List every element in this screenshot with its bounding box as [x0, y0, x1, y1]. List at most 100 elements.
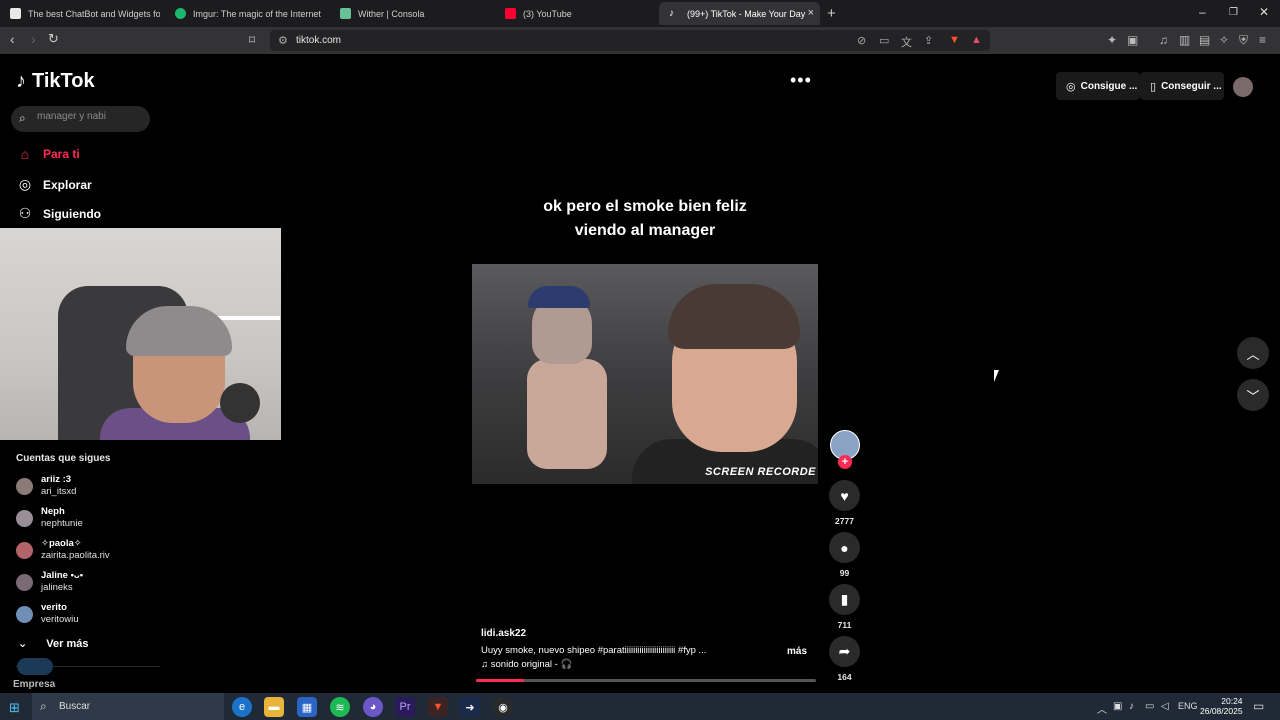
- brave-icon[interactable]: ▼: [428, 697, 448, 717]
- clock-date: 26/08/2025: [1200, 706, 1243, 716]
- bookmark-icon[interactable]: ⌑: [249, 33, 255, 47]
- nav-siguiendo[interactable]: ⚇ Siguiendo: [16, 205, 101, 222]
- home-icon: ⌂: [20, 146, 30, 162]
- more-options-icon[interactable]: •••: [790, 70, 812, 91]
- forward-icon[interactable]: ›: [31, 31, 36, 47]
- tab-title: (99+) TikTok - Make Your Day: [687, 8, 806, 19]
- previous-video-button[interactable]: ︿: [1237, 337, 1269, 369]
- windows-start-icon[interactable]: ⊞: [9, 700, 20, 716]
- logo-text: TikTok: [32, 70, 95, 92]
- cast-icon[interactable]: ▭: [879, 34, 889, 47]
- discord-icon[interactable]: ◕: [363, 697, 383, 717]
- file-explorer-icon[interactable]: ▬: [264, 697, 284, 717]
- notifications-icon[interactable]: ▭: [1253, 699, 1264, 713]
- nav-explorar[interactable]: ◎ Explorar: [16, 176, 92, 193]
- store-icon[interactable]: ▦: [297, 697, 317, 717]
- premiere-icon[interactable]: Pr: [395, 697, 415, 717]
- account-username: nephtunie: [41, 518, 83, 529]
- video-player[interactable]: SCREEN RECORDE: [472, 264, 818, 484]
- account-username: ari_itsxd: [41, 486, 77, 497]
- like-button[interactable]: ♥: [829, 480, 860, 511]
- obs-icon[interactable]: ◉: [493, 697, 513, 717]
- taskbar-search-label: Buscar: [59, 701, 91, 712]
- tab-imgur[interactable]: Imgur: The magic of the Internet: [165, 2, 325, 25]
- spotify-icon[interactable]: ≋: [330, 697, 350, 717]
- search-icon: ⌕: [19, 111, 26, 125]
- tab-botrix[interactable]: The best ChatBot and Widgets for Kick: [0, 2, 160, 25]
- get-app-button[interactable]: ▯ Conseguir ...: [1140, 72, 1224, 100]
- edge-icon[interactable]: e: [232, 697, 252, 717]
- brave-rewards-icon[interactable]: ▲: [971, 34, 982, 46]
- account-name: ✧paola✧: [41, 538, 82, 549]
- taskbar-search[interactable]: ⌕ Buscar: [32, 693, 224, 720]
- account-item[interactable]: ariiz :3 ari_itsxd: [16, 474, 76, 498]
- close-window-icon[interactable]: ✕: [1259, 5, 1269, 19]
- follow-plus-icon[interactable]: +: [838, 455, 852, 469]
- no-translate-icon[interactable]: ⊘: [857, 34, 866, 47]
- tab-manager-icon[interactable]: ▣: [1127, 33, 1138, 47]
- restore-icon[interactable]: ❐: [1229, 7, 1238, 18]
- phone-icon: ▯: [1150, 80, 1157, 93]
- wallet-icon[interactable]: ▤: [1199, 33, 1210, 47]
- video-person-left-cap: [528, 286, 590, 308]
- more-description-button[interactable]: más: [787, 646, 807, 657]
- media-icon[interactable]: ♫: [1159, 33, 1168, 47]
- tab-youtube[interactable]: (3) YouTube: [495, 2, 655, 25]
- close-tab-icon[interactable]: ×: [808, 7, 814, 19]
- comment-icon: ●: [840, 539, 849, 556]
- account-item[interactable]: verito veritowiu: [16, 602, 79, 626]
- tab-tiktok[interactable]: ♪ (99+) TikTok - Make Your Day ×: [659, 2, 820, 25]
- microphone-icon[interactable]: ♪: [1129, 701, 1134, 712]
- extension-badge-icon[interactable]: [17, 658, 53, 675]
- search-input[interactable]: [37, 111, 145, 122]
- tray-chevron-icon[interactable]: ︿: [1097, 701, 1107, 716]
- url-field[interactable]: ⚙ tiktok.com ⊘ ▭ 文 ⇪ ▼ ▲: [270, 30, 990, 51]
- account-item[interactable]: ✧paola✧ zairita.paolita.riv: [16, 538, 110, 562]
- sidebar-icon[interactable]: ▥: [1179, 33, 1190, 47]
- new-tab-button[interactable]: +: [827, 5, 836, 22]
- tiktok-logo[interactable]: ♪ TikTok: [16, 70, 95, 93]
- profile-avatar[interactable]: [1233, 77, 1253, 97]
- account-item[interactable]: Neph nephtunie: [16, 506, 83, 530]
- see-more-button[interactable]: ⌄ Ver más: [18, 637, 88, 650]
- nav-para-ti[interactable]: ⌂ Para ti: [16, 146, 80, 162]
- get-coins-button[interactable]: ◎ Consigue ...: [1056, 72, 1140, 100]
- minimize-icon[interactable]: –: [1199, 5, 1206, 19]
- video-author[interactable]: lidi.ask22: [481, 628, 526, 639]
- clock-time: 20:24: [1221, 696, 1243, 706]
- vpn-icon[interactable]: ⛨: [1239, 33, 1248, 48]
- back-icon[interactable]: ‹: [10, 31, 15, 47]
- share-button[interactable]: ➦: [829, 636, 860, 667]
- site-info-icon[interactable]: ⚙: [278, 34, 288, 47]
- account-item[interactable]: Jaline •ᴗ• jalineks: [16, 570, 83, 594]
- pill-label: Consigue ...: [1080, 80, 1138, 92]
- tray-app-icon[interactable]: ▣: [1113, 701, 1122, 712]
- compass-icon: ◎: [18, 176, 32, 192]
- translate-icon[interactable]: 文: [901, 34, 912, 50]
- menu-icon[interactable]: ≡: [1259, 33, 1266, 47]
- tab-title: Imgur: The magic of the Internet: [193, 8, 321, 19]
- avatar: [16, 573, 33, 591]
- following-icon: ⚇: [18, 205, 32, 221]
- share-icon[interactable]: ⇪: [924, 34, 933, 47]
- empresa-link[interactable]: Empresa: [13, 679, 55, 690]
- comment-button[interactable]: ●: [829, 532, 860, 563]
- tab-wither[interactable]: Wither | Consola: [330, 2, 490, 25]
- app-arrow-icon[interactable]: ➜: [460, 697, 480, 717]
- extensions-icon[interactable]: ✦: [1107, 33, 1117, 47]
- sound-link[interactable]: ♫ sonido original - 🎧: [481, 659, 572, 670]
- tab-favicon-icon: [10, 8, 21, 19]
- video-progress-bar[interactable]: [476, 679, 816, 682]
- save-button[interactable]: ▮: [829, 584, 860, 615]
- brave-shield-icon[interactable]: ▼: [949, 34, 960, 46]
- network-icon[interactable]: ▭: [1145, 701, 1154, 712]
- chevron-up-icon: ︿: [1246, 346, 1260, 362]
- volume-icon[interactable]: ◁: [1161, 701, 1169, 712]
- language-indicator[interactable]: ENG: [1178, 701, 1198, 711]
- clock[interactable]: 20:24 26/08/2025: [1200, 696, 1243, 716]
- search-box[interactable]: ⌕: [11, 106, 150, 132]
- leo-ai-icon[interactable]: ✧: [1219, 33, 1229, 47]
- like-count: 2777: [835, 516, 854, 526]
- reload-icon[interactable]: ↻: [48, 31, 59, 47]
- next-video-button[interactable]: ﹀: [1237, 379, 1269, 411]
